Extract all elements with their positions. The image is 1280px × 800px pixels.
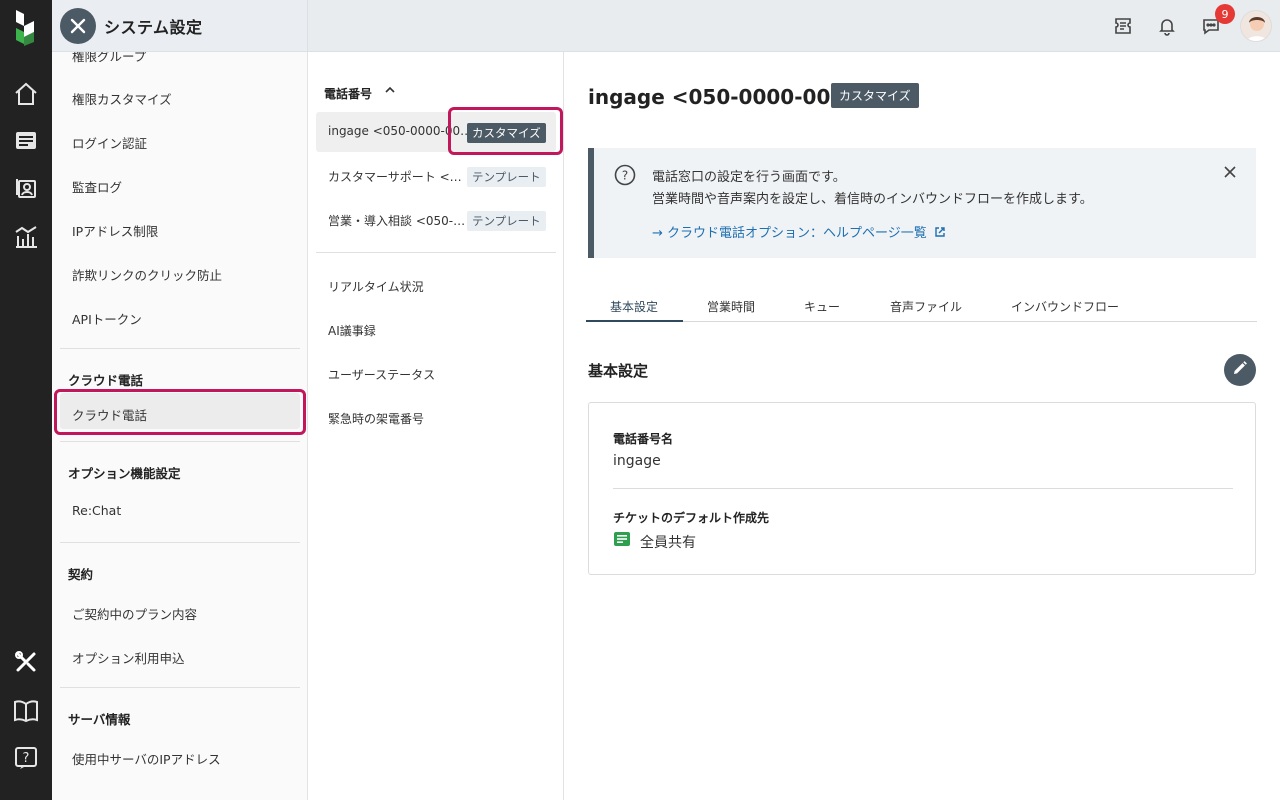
system-settings-icon [60,8,96,44]
ticket-dest-label: チケットのデフォルト作成先 [613,511,770,525]
chevron-up-icon[interactable] [384,85,396,98]
book-icon[interactable] [12,697,40,725]
phone-row-name: 営業・導入相談 <050-… [328,214,466,228]
phone-number-nav: 電話番号 ingage <050-0000-00… カスタマイズ カスタマーサポ… [308,52,564,800]
template-tag: テンプレート [467,211,546,231]
analytics-icon[interactable] [12,223,40,251]
svg-text:?: ? [622,169,628,183]
active-tab-indicator [586,320,683,322]
tools-icon[interactable] [12,648,40,676]
basic-settings-card: 電話番号名 ingage チケットのデフォルト作成先 全員共有 [588,402,1256,575]
phone-name-value: ingage [613,453,661,469]
nav-item-audit-log[interactable]: 監査ログ [72,177,122,196]
nav-item-login-auth[interactable]: ログイン認証 [72,133,147,152]
card-divider [613,488,1233,489]
info-banner: ? 電話窓口の設定を行う画面です。 営業時間や音声案内を設定し、着信時のインバウ… [588,148,1256,258]
close-icon[interactable] [1222,164,1238,180]
tab-basic-settings[interactable]: 基本設定 [610,298,658,315]
settings-nav: 権限グループ 権限カスタマイズ ログイン認証 監査ログ IPアドレス制限 詐欺リ… [52,52,308,800]
nav-item-emergency-number[interactable]: 緊急時の架電番号 [328,410,424,427]
nav-divider [60,441,300,442]
nav-item-server-ip[interactable]: 使用中サーバのIPアドレス [72,749,221,768]
phone-row-sales[interactable]: 営業・導入相談 <050-… テンプレート [316,200,556,240]
nav-item-rechat[interactable]: Re:Chat [72,503,121,518]
help-page-link[interactable]: → クラウド電話オプション：ヘルプページ一覧 [652,222,946,242]
edit-button[interactable] [1224,354,1256,386]
ticket-list-icon[interactable] [12,127,40,155]
main-content: ingage <050-0000-0000> カスタマイズ ? 電話窓口の設定を… [564,52,1280,800]
tab-queue[interactable]: キュー [804,298,840,315]
customize-tag: カスタマイズ [831,83,919,108]
tab-business-hours[interactable]: 営業時間 [707,298,755,315]
ticket-dest-value: 全員共有 [640,535,696,551]
notification-badge: 9 [1215,4,1235,24]
info-line-2: 営業時間や音声案内を設定し、着信時のインバウンドフローを作成します。 [652,192,1093,207]
nav-heading-contract: 契約 [68,567,94,582]
highlight-box [448,107,563,155]
phone-row-name: カスタマーサポート <… [328,170,462,184]
nav-divider [60,348,300,349]
bell-icon[interactable] [1154,13,1180,39]
ticket-icon[interactable] [1110,13,1136,39]
avatar[interactable] [1240,10,1272,42]
app-logo[interactable] [12,8,40,46]
nav-item-ip-restriction[interactable]: IPアドレス制限 [72,221,158,240]
section-title: 基本設定 [588,362,649,380]
nav-item-api-token[interactable]: APIトークン [72,309,142,328]
shared-list-icon [613,531,631,547]
nav-item-permission-customize[interactable]: 権限カスタマイズ [72,89,172,108]
nav-divider [316,252,556,253]
info-line-1: 電話窓口の設定を行う画面です。 [652,170,846,185]
nav-item-permission-groups[interactable]: 権限グループ [72,52,146,65]
page-title: システム設定 [104,18,203,37]
contacts-icon[interactable] [12,174,40,202]
nav-item-fraud-link-prevention[interactable]: 詐欺リンクのクリック防止 [72,265,222,284]
top-header: システム設定 9 [52,0,1280,52]
external-link-icon [934,226,946,242]
phone-name-label: 電話番号名 [613,432,674,446]
nav-divider [60,542,300,543]
question-circle-icon: ? [614,164,636,186]
nav-heading-server: サーバ情報 [68,712,131,727]
help-icon[interactable]: ? [12,744,40,772]
template-tag: テンプレート [467,167,546,187]
app-rail: ? [0,0,52,800]
header-title-block: システム設定 [52,0,308,51]
nav-heading-cloud-phone: クラウド電話 [68,373,144,388]
help-page-link-text: → クラウド電話オプション：ヘルプページ一覧 [652,226,927,241]
nav-heading-options: オプション機能設定 [68,466,181,481]
home-icon[interactable] [12,80,40,108]
pencil-icon [1232,360,1248,380]
phone-row-support[interactable]: カスタマーサポート <… テンプレート [316,156,556,196]
tab-bar: 基本設定 営業時間 キュー 音声ファイル インバウンドフロー [586,290,1257,322]
svg-text:?: ? [23,751,30,766]
nav-item-option-apply[interactable]: オプション利用申込 [72,648,185,667]
nav-divider [60,687,300,688]
highlight-box [54,389,306,435]
nav-item-plan[interactable]: ご契約中のプラン内容 [72,604,197,623]
nav-item-realtime[interactable]: リアルタイム状況 [328,278,424,295]
tab-audio-files[interactable]: 音声ファイル [890,298,962,315]
nav-item-user-status[interactable]: ユーザーステータス [328,366,435,383]
tab-inbound-flow[interactable]: インバウンドフロー [1011,298,1119,315]
phone-section-title[interactable]: 電話番号 [324,85,372,102]
nav-item-ai-minutes[interactable]: AI議事録 [328,322,376,339]
